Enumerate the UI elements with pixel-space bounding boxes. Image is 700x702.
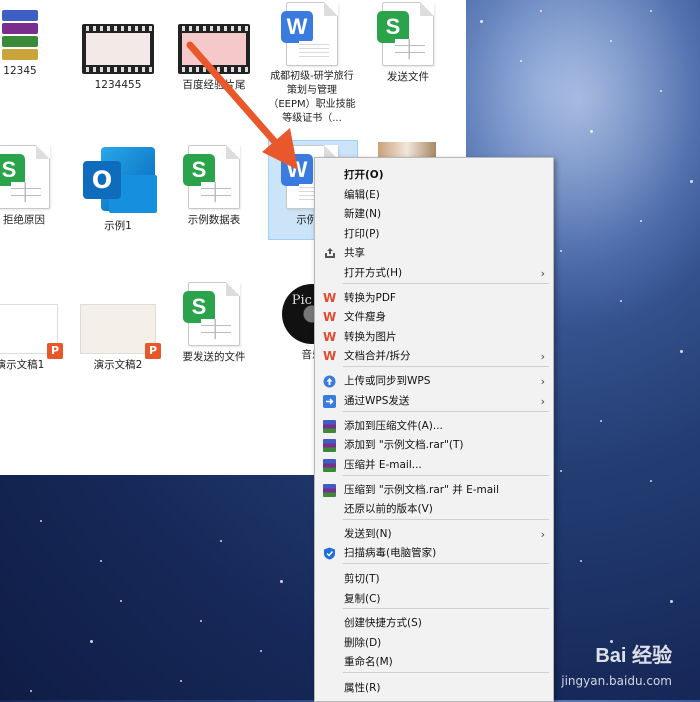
menu-item-17[interactable]: 发送到(N) › bbox=[315, 525, 553, 544]
winrar-icon bbox=[323, 484, 336, 497]
menu-item-label: 删除(D) bbox=[344, 637, 382, 649]
menu-item-label: 打印(P) bbox=[344, 228, 380, 240]
shield-icon bbox=[323, 547, 336, 560]
menu-item-7[interactable]: W 文件瘦身 bbox=[315, 308, 553, 327]
menu-item-12[interactable]: 添加到压缩文件(A)... bbox=[315, 417, 553, 436]
menu-separator bbox=[343, 519, 549, 520]
menu-item-19[interactable]: 剪切(T) bbox=[315, 570, 553, 589]
menu-item-label: 发送到(N) bbox=[344, 528, 392, 540]
menu-item-label: 创建快捷方式(S) bbox=[344, 617, 422, 629]
menu-item-1[interactable]: 编辑(E) bbox=[315, 186, 553, 205]
menu-separator bbox=[343, 411, 549, 412]
menu-item-0[interactable]: 打开(O) bbox=[315, 166, 553, 185]
menu-item-label: 剪切(T) bbox=[344, 573, 380, 585]
submenu-chevron-icon: › bbox=[540, 375, 545, 388]
menu-item-9[interactable]: W 文档合并/拆分 › bbox=[315, 347, 553, 366]
share-icon bbox=[323, 247, 336, 260]
menu-item-label: 转换为图片 bbox=[344, 331, 397, 343]
menu-item-18[interactable]: 扫描病毒(电脑管家) bbox=[315, 544, 553, 563]
menu-item-13[interactable]: 添加到 "示例文档.rar"(T) bbox=[315, 436, 553, 455]
menu-separator bbox=[343, 563, 549, 564]
menu-item-14[interactable]: 压缩并 E-mail... bbox=[315, 456, 553, 475]
menu-item-label: 文件瘦身 bbox=[344, 311, 386, 323]
menu-item-4[interactable]: 共享 bbox=[315, 244, 553, 263]
menu-item-label: 新建(N) bbox=[344, 208, 382, 220]
submenu-chevron-icon: › bbox=[540, 395, 545, 408]
menu-item-label: 添加到 "示例文档.rar"(T) bbox=[344, 439, 464, 451]
menu-item-label: 文档合并/拆分 bbox=[344, 350, 411, 362]
menu-separator bbox=[343, 366, 549, 367]
menu-item-label: 添加到压缩文件(A)... bbox=[344, 420, 443, 432]
menu-item-label: 通过WPS发送 bbox=[344, 395, 410, 407]
menu-item-2[interactable]: 新建(N) bbox=[315, 205, 553, 224]
menu-item-label: 编辑(E) bbox=[344, 189, 380, 201]
send-icon bbox=[323, 395, 336, 408]
menu-separator bbox=[343, 475, 549, 476]
submenu-chevron-icon: › bbox=[540, 528, 545, 541]
menu-item-21[interactable]: 创建快捷方式(S) bbox=[315, 614, 553, 633]
menu-item-label: 共享 bbox=[344, 247, 365, 259]
menu-item-label: 压缩并 E-mail... bbox=[344, 459, 422, 471]
winrar-icon bbox=[323, 420, 336, 433]
submenu-chevron-icon: › bbox=[540, 267, 545, 280]
winrar-icon bbox=[323, 459, 336, 472]
menu-item-20[interactable]: 复制(C) bbox=[315, 590, 553, 609]
menu-item-5[interactable]: 打开方式(H) › bbox=[315, 264, 553, 283]
menu-item-16[interactable]: 还原以前的版本(V) bbox=[315, 500, 553, 519]
wps-icon: W bbox=[323, 291, 337, 305]
baidu-watermark-logo: Bai 经验 bbox=[595, 645, 672, 667]
menu-item-label: 属性(R) bbox=[344, 682, 381, 694]
menu-item-8[interactable]: W 转换为图片 bbox=[315, 328, 553, 347]
menu-item-3[interactable]: 打印(P) bbox=[315, 225, 553, 244]
menu-separator bbox=[343, 672, 549, 673]
menu-item-label: 还原以前的版本(V) bbox=[344, 503, 433, 515]
menu-item-11[interactable]: 通过WPS发送 › bbox=[315, 392, 553, 411]
cloud-upload-icon bbox=[323, 375, 336, 388]
menu-item-10[interactable]: 上传或同步到WPS › bbox=[315, 372, 553, 391]
menu-item-label: 扫描病毒(电脑管家) bbox=[344, 547, 437, 559]
menu-separator bbox=[343, 608, 549, 609]
wps-icon: W bbox=[323, 349, 337, 363]
menu-item-label: 打开方式(H) bbox=[344, 267, 403, 279]
menu-item-15[interactable]: 压缩到 "示例文档.rar" 并 E-mail bbox=[315, 481, 553, 500]
menu-item-22[interactable]: 删除(D) bbox=[315, 634, 553, 653]
menu-separator bbox=[343, 283, 549, 284]
baidu-watermark-url: jingyan.baidu.com bbox=[561, 674, 672, 688]
winrar-icon bbox=[323, 439, 336, 452]
wps-icon: W bbox=[323, 310, 337, 324]
menu-item-label: 打开(O) bbox=[344, 169, 384, 181]
menu-item-label: 重命名(M) bbox=[344, 656, 393, 668]
wps-icon: W bbox=[323, 330, 337, 344]
menu-item-label: 转换为PDF bbox=[344, 292, 396, 304]
menu-item-24[interactable]: 属性(R) bbox=[315, 679, 553, 698]
menu-item-6[interactable]: W 转换为PDF bbox=[315, 289, 553, 308]
menu-item-23[interactable]: 重命名(M) bbox=[315, 653, 553, 672]
menu-item-label: 上传或同步到WPS bbox=[344, 375, 431, 387]
context-menu: 打开(O) 编辑(E) 新建(N) 打印(P) 共享打开方式(H) › W 转换为PDF W 文件… bbox=[314, 157, 554, 702]
submenu-chevron-icon: › bbox=[540, 350, 545, 363]
menu-item-label: 复制(C) bbox=[344, 593, 381, 605]
menu-item-label: 压缩到 "示例文档.rar" 并 E-mail bbox=[344, 484, 499, 496]
